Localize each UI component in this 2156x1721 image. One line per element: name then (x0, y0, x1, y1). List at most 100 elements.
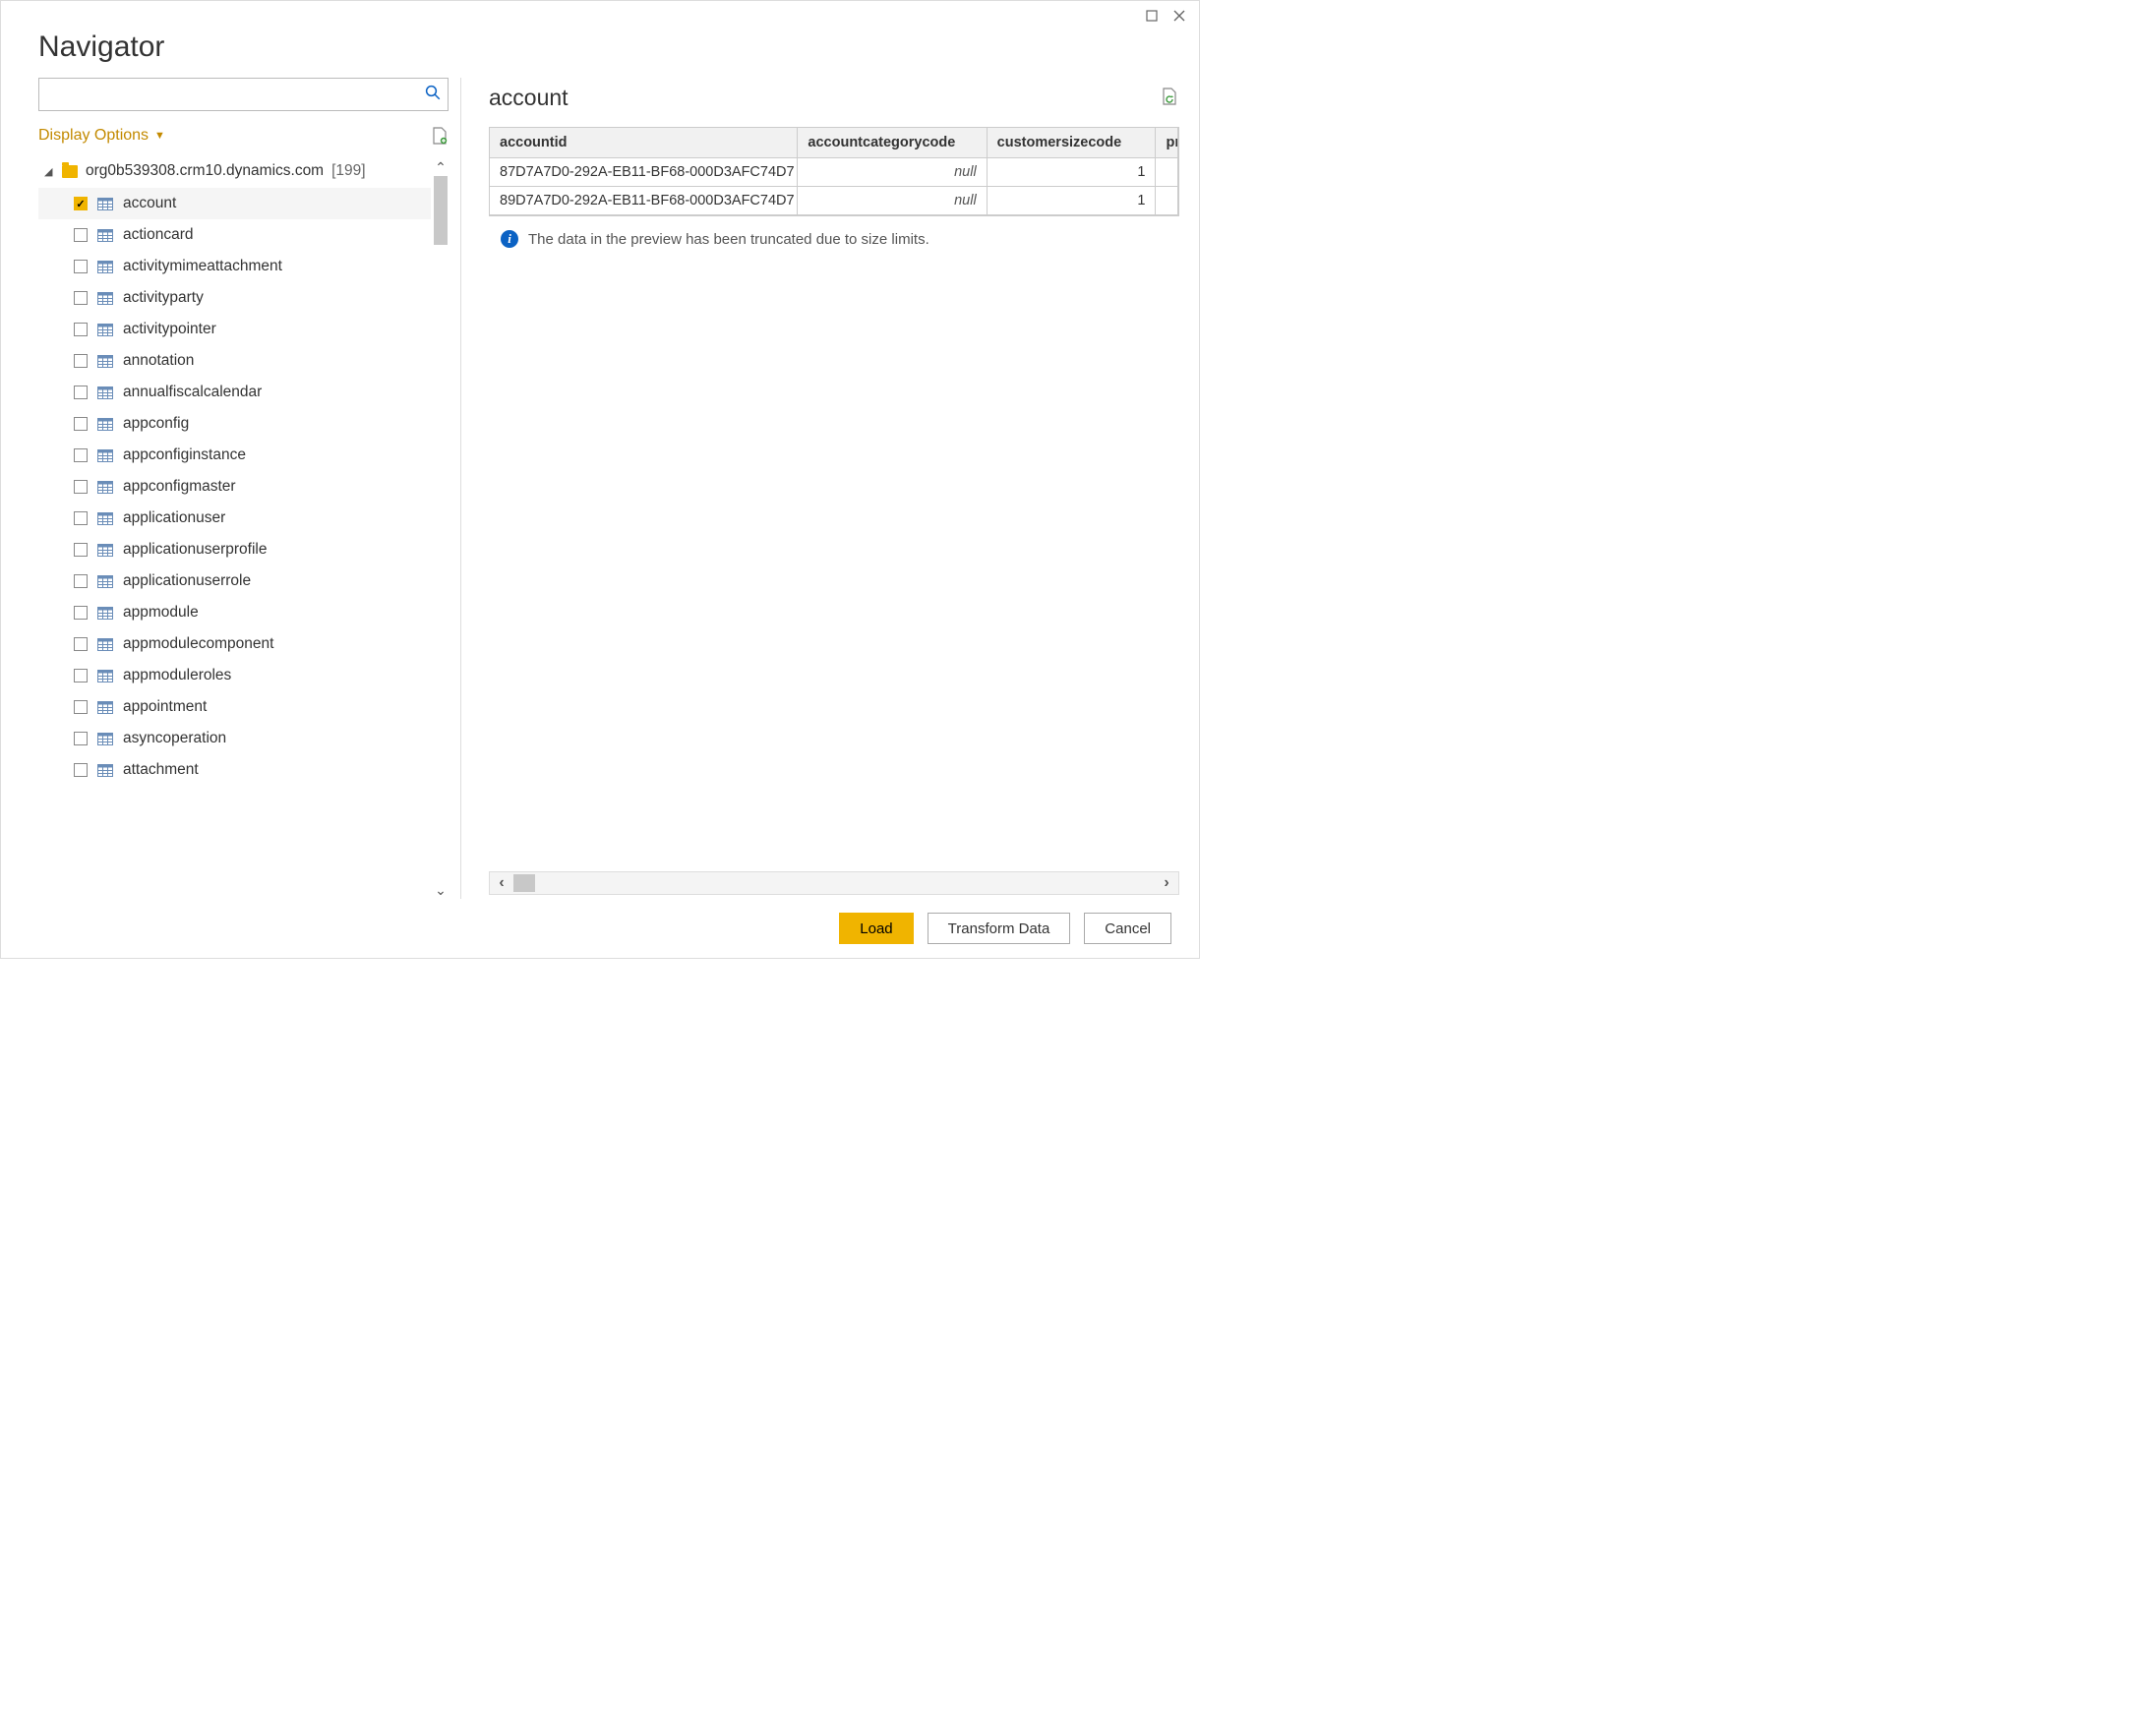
tree-root[interactable]: ◢ org0b539308.crm10.dynamics.com [199] (38, 158, 431, 188)
maximize-button[interactable] (1138, 5, 1166, 27)
tree-item[interactable]: attachment (38, 754, 431, 786)
scroll-thumb[interactable] (434, 176, 448, 245)
tree-item-label: appmodule (123, 604, 199, 622)
display-options-dropdown[interactable]: Display Options ▼ (38, 127, 165, 145)
preview-table: accountid accountcategorycode customersi… (489, 127, 1179, 216)
tree-item[interactable]: annotation (38, 345, 431, 377)
table-icon (97, 575, 113, 588)
tree-item[interactable]: appmodulecomponent (38, 628, 431, 660)
table-icon (97, 638, 113, 651)
column-header[interactable]: accountcategorycode (798, 128, 987, 158)
checkbox[interactable] (74, 480, 88, 494)
hscroll-thumb[interactable] (513, 874, 535, 892)
cell (1156, 187, 1178, 215)
info-message: i The data in the preview has been trunc… (489, 230, 1179, 248)
checkbox[interactable] (74, 574, 88, 588)
tree-item-label: activitypointer (123, 321, 216, 338)
table-icon (97, 198, 113, 210)
tree-item[interactable]: appconfig (38, 408, 431, 440)
tree-item[interactable]: applicationuserprofile (38, 534, 431, 565)
checkbox[interactable] (74, 260, 88, 273)
search-input[interactable] (45, 79, 424, 110)
preview-hscrollbar[interactable]: ‹ › (489, 871, 1179, 895)
preview-header: account (489, 78, 1179, 117)
column-header[interactable]: customersizecode (987, 128, 1156, 158)
tree-items: ✓accountactioncardactivitymimeattachment… (38, 188, 431, 786)
tree-item[interactable]: appointment (38, 691, 431, 723)
scroll-right-icon[interactable]: › (1155, 874, 1178, 892)
checkbox[interactable] (74, 291, 88, 305)
search-bar[interactable] (38, 78, 449, 111)
scroll-up-icon[interactable]: ⌃ (435, 158, 447, 176)
refresh-icon[interactable] (1162, 88, 1179, 107)
tree-item-label: annotation (123, 352, 194, 370)
titlebar (1, 1, 1199, 27)
checkbox[interactable] (74, 543, 88, 557)
table-icon (97, 481, 113, 494)
tree-item[interactable]: appmodule (38, 597, 431, 628)
checkbox[interactable] (74, 700, 88, 714)
tree-item-label: activityparty (123, 289, 204, 307)
column-header[interactable]: pr (1156, 128, 1178, 158)
table-icon (97, 733, 113, 745)
tree-item[interactable]: activitymimeattachment (38, 251, 431, 282)
cancel-button[interactable]: Cancel (1084, 913, 1171, 944)
tree-item[interactable]: asyncoperation (38, 723, 431, 754)
chevron-down-icon: ▼ (154, 130, 165, 142)
checkbox[interactable]: ✓ (74, 197, 88, 210)
table-header-row: accountid accountcategorycode customersi… (490, 128, 1178, 158)
checkbox[interactable] (74, 637, 88, 651)
tree-item-label: applicationuserrole (123, 572, 251, 590)
tree-item[interactable]: activityparty (38, 282, 431, 314)
collapse-icon[interactable]: ◢ (44, 165, 54, 178)
tree-item[interactable]: appconfigmaster (38, 471, 431, 503)
close-button[interactable] (1166, 5, 1193, 27)
checkbox[interactable] (74, 763, 88, 777)
column-header[interactable]: accountid (490, 128, 798, 158)
checkbox[interactable] (74, 386, 88, 399)
hscroll-track[interactable] (513, 872, 1155, 894)
info-text: The data in the preview has been truncat… (528, 231, 929, 248)
table-icon (97, 418, 113, 431)
add-table-icon[interactable] (431, 126, 449, 146)
tree-item[interactable]: appmoduleroles (38, 660, 431, 691)
load-button[interactable]: Load (839, 913, 913, 944)
checkbox[interactable] (74, 732, 88, 745)
checkbox[interactable] (74, 228, 88, 242)
tree-scrollbar[interactable]: ⌃ ⌄ (433, 158, 449, 899)
table-icon (97, 292, 113, 305)
checkbox[interactable] (74, 417, 88, 431)
cell: null (798, 187, 987, 215)
right-panel: account accountid accountcategorycode cu… (461, 78, 1179, 899)
tree-root-count: [199] (331, 162, 365, 180)
checkbox[interactable] (74, 669, 88, 682)
tree-item[interactable]: actioncard (38, 219, 431, 251)
table-icon (97, 764, 113, 777)
tree-item[interactable]: applicationuserrole (38, 565, 431, 597)
tree-item[interactable]: ✓account (38, 188, 431, 219)
scroll-left-icon[interactable]: ‹ (490, 874, 513, 892)
tree-item[interactable]: annualfiscalcalendar (38, 377, 431, 408)
search-icon[interactable] (424, 84, 442, 106)
page-title: Navigator (38, 30, 1199, 64)
table-icon (97, 701, 113, 714)
checkbox[interactable] (74, 448, 88, 462)
checkbox[interactable] (74, 323, 88, 336)
table-row[interactable]: 87D7A7D0-292A-EB11-BF68-000D3AFC74D7null… (490, 158, 1178, 187)
checkbox[interactable] (74, 354, 88, 368)
table-row[interactable]: 89D7A7D0-292A-EB11-BF68-000D3AFC74D7null… (490, 187, 1178, 215)
tree-item[interactable]: applicationuser (38, 503, 431, 534)
checkbox[interactable] (74, 511, 88, 525)
display-options-label: Display Options (38, 127, 149, 145)
transform-data-button[interactable]: Transform Data (928, 913, 1071, 944)
tree-wrap: ◢ org0b539308.crm10.dynamics.com [199] ✓… (38, 158, 449, 899)
table-icon (97, 607, 113, 620)
tree-item[interactable]: activitypointer (38, 314, 431, 345)
tree-item[interactable]: appconfiginstance (38, 440, 431, 471)
tree-item-label: applicationuserprofile (123, 541, 267, 559)
scroll-down-icon[interactable]: ⌄ (435, 881, 447, 899)
checkbox[interactable] (74, 606, 88, 620)
tree-item-label: appmodulecomponent (123, 635, 273, 653)
tree-item-label: attachment (123, 761, 199, 779)
scroll-track[interactable] (434, 176, 448, 881)
